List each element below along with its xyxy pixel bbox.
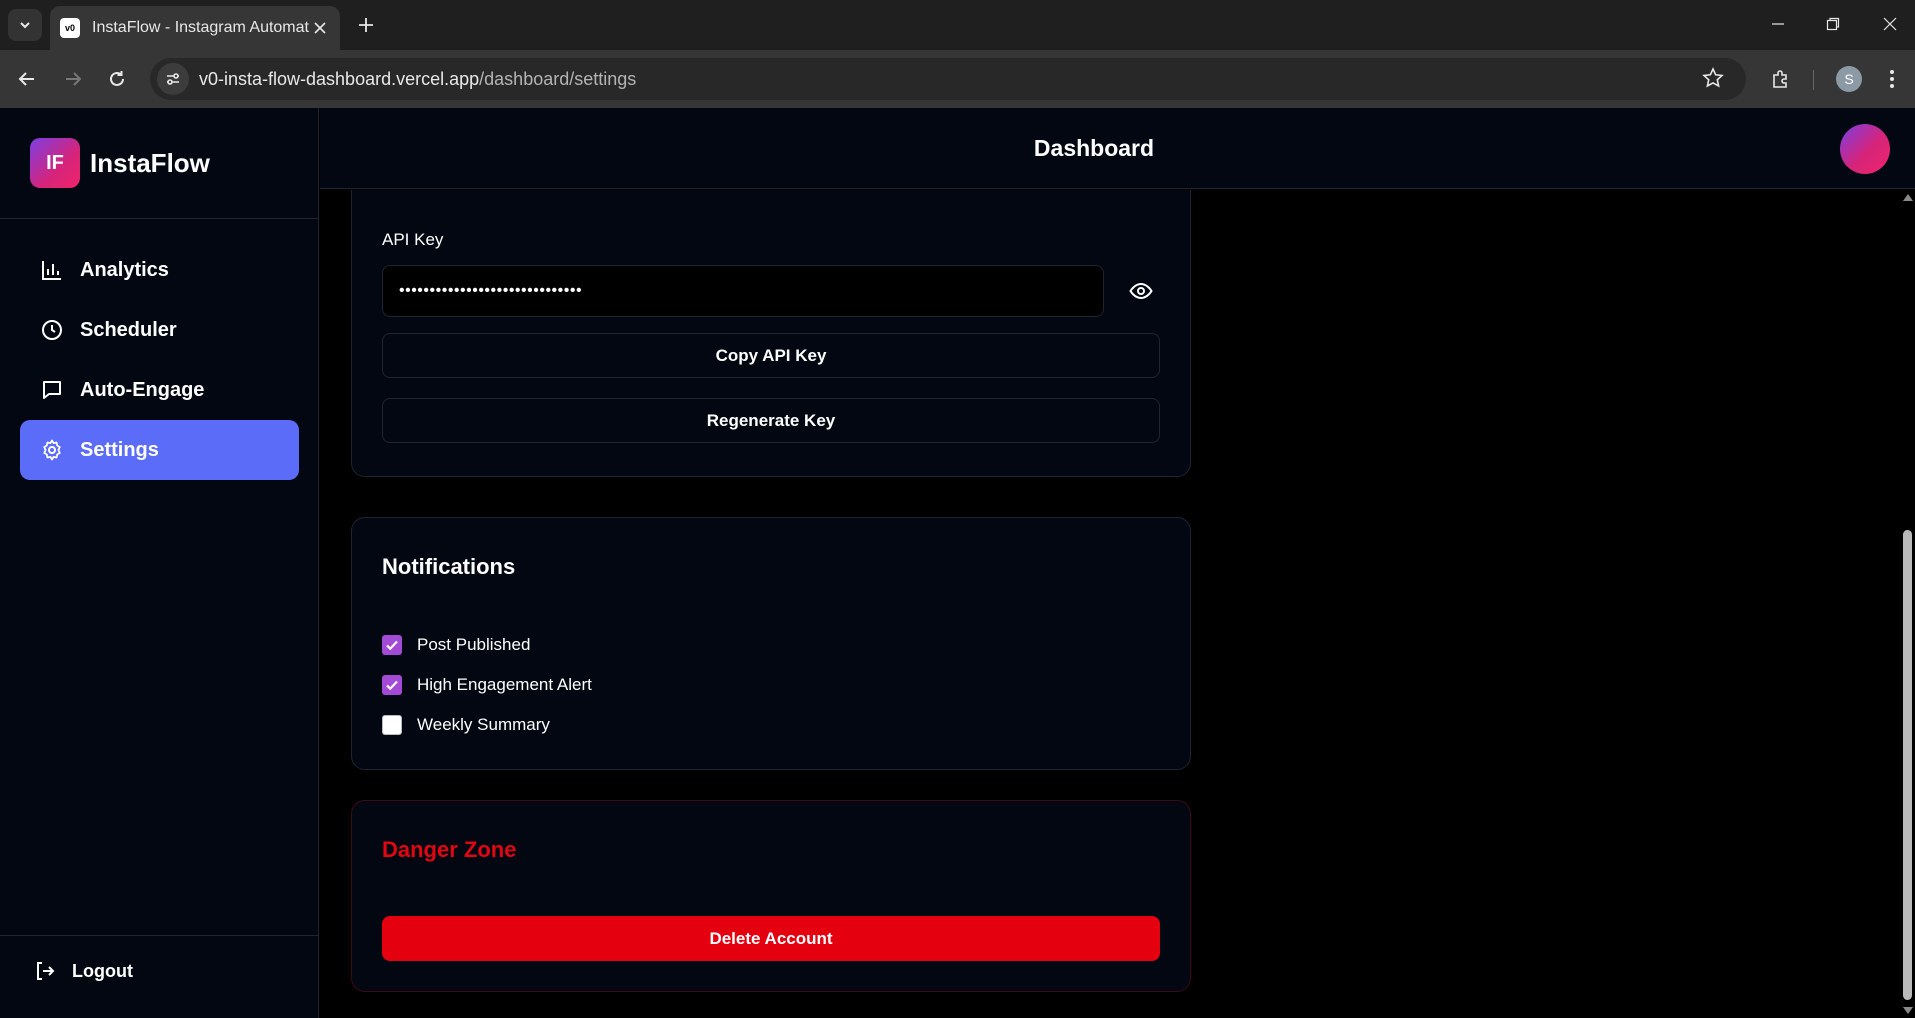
high-engagement-option[interactable]: High Engagement Alert: [382, 675, 592, 695]
notifications-card: Notifications Post Published High Engage…: [351, 517, 1191, 770]
brand: IF InstaFlow: [0, 108, 319, 219]
scrollbar[interactable]: [1900, 190, 1915, 1018]
browser-tabbar: v0 InstaFlow - Instagram Automati: [0, 0, 1915, 50]
checkbox-label: High Engagement Alert: [417, 675, 592, 694]
notifications-title: Notifications: [382, 554, 516, 579]
danger-zone-card: Danger Zone Delete Account: [351, 800, 1191, 992]
gear-icon: [40, 438, 64, 462]
plus-icon: [359, 18, 373, 32]
sidebar-item-label: Scheduler: [80, 318, 177, 341]
eye-icon: [1129, 282, 1153, 300]
checkbox-checked[interactable]: [382, 675, 402, 695]
bar-chart-icon: [40, 258, 64, 282]
reload-icon: [110, 71, 124, 86]
star-icon: [1702, 67, 1724, 88]
sidebar-item-label: Settings: [80, 438, 159, 461]
close-window-button[interactable]: [1870, 8, 1910, 40]
api-key-input[interactable]: ••••••••••••••••••••••••••••••: [382, 265, 1104, 317]
arrow-right-icon: [66, 72, 82, 86]
checkbox-label: Weekly Summary: [417, 715, 550, 734]
tab-search-button[interactable]: [8, 9, 42, 41]
sidebar-item-scheduler[interactable]: Scheduler: [20, 300, 299, 360]
puzzle-icon: [1773, 70, 1787, 88]
more-vertical-icon: [1890, 70, 1894, 88]
arrow-left-icon: [18, 72, 34, 86]
page-title: Dashboard: [1033, 135, 1155, 161]
minimize-icon: [1772, 23, 1784, 25]
sidebar-item-analytics[interactable]: Analytics: [20, 240, 299, 300]
profile-avatar[interactable]: S: [1836, 66, 1862, 92]
tab-favicon: v0: [60, 18, 80, 38]
logout-button[interactable]: Logout: [34, 960, 133, 982]
scroll-thumb[interactable]: [1903, 530, 1912, 1000]
url-text: v0-insta-flow-dashboard.vercel.app/dashb…: [199, 69, 636, 90]
browser-tab[interactable]: v0 InstaFlow - Instagram Automati: [50, 6, 340, 50]
toggle-visibility-button[interactable]: [1121, 271, 1161, 311]
sidebar-item-settings[interactable]: Settings: [20, 420, 299, 480]
scroll-down-arrow[interactable]: [1903, 1007, 1913, 1014]
sidebar-item-auto-engage[interactable]: Auto-Engage: [20, 360, 299, 420]
browser-menu-button[interactable]: [1876, 63, 1908, 95]
sidebar-item-label: Analytics: [80, 258, 169, 281]
regenerate-key-button[interactable]: Regenerate Key: [382, 398, 1160, 443]
weekly-summary-option[interactable]: Weekly Summary: [382, 715, 550, 735]
logout-icon: [37, 962, 55, 980]
avatar[interactable]: [1840, 124, 1890, 174]
danger-zone-title: Danger Zone: [382, 837, 517, 862]
restore-button[interactable]: [1813, 8, 1853, 40]
main-content: API Key •••••••••••••••••••••••••••••• C…: [320, 190, 1895, 1018]
checkbox-unchecked[interactable]: [382, 715, 402, 735]
post-published-option[interactable]: Post Published: [382, 635, 530, 655]
extensions-button[interactable]: [1765, 63, 1797, 95]
browser-toolbar: v0-insta-flow-dashboard.vercel.app/dashb…: [0, 50, 1915, 108]
site-info-button[interactable]: [157, 63, 189, 95]
bookmark-button[interactable]: [1702, 67, 1724, 94]
top-header: Dashboard: [320, 108, 1915, 189]
url-host: v0-insta-flow-dashboard.vercel.app: [199, 68, 480, 89]
close-icon: [314, 22, 326, 34]
back-button[interactable]: [10, 62, 44, 96]
toolbar-divider: [1813, 70, 1814, 90]
api-key-label: API Key: [382, 230, 444, 249]
restore-icon: [1826, 17, 1840, 31]
scroll-up-arrow[interactable]: [1903, 194, 1913, 201]
sidebar-item-label: Auto-Engage: [80, 378, 205, 401]
tab-close-button[interactable]: [310, 18, 330, 38]
url-path: /dashboard/settings: [479, 68, 637, 89]
sidebar: IF InstaFlow Analytics Scheduler Auto-En…: [0, 108, 319, 1018]
forward-button[interactable]: [56, 62, 90, 96]
address-bar[interactable]: v0-insta-flow-dashboard.vercel.app/dashb…: [150, 58, 1746, 100]
check-icon: [386, 640, 398, 651]
checkbox-checked[interactable]: [382, 635, 402, 655]
brand-logo[interactable]: IF: [30, 138, 80, 188]
reload-button[interactable]: [100, 62, 134, 96]
api-key-card: API Key •••••••••••••••••••••••••••••• C…: [351, 190, 1191, 477]
clock-icon: [40, 318, 64, 342]
check-icon: [386, 680, 398, 691]
copy-api-key-button[interactable]: Copy API Key: [382, 333, 1160, 378]
delete-account-button[interactable]: Delete Account: [382, 916, 1160, 961]
close-icon: [1883, 17, 1897, 31]
sidebar-footer: Logout: [0, 935, 319, 1018]
minimize-button[interactable]: [1758, 8, 1798, 40]
new-tab-button[interactable]: [352, 11, 380, 39]
chevron-down-icon: [20, 22, 30, 29]
tab-title: InstaFlow - Instagram Automati: [92, 19, 310, 36]
message-icon: [40, 378, 64, 402]
logout-label: Logout: [72, 960, 133, 981]
tune-icon: [167, 73, 179, 85]
checkbox-label: Post Published: [417, 635, 531, 654]
brand-name[interactable]: InstaFlow: [90, 148, 210, 179]
